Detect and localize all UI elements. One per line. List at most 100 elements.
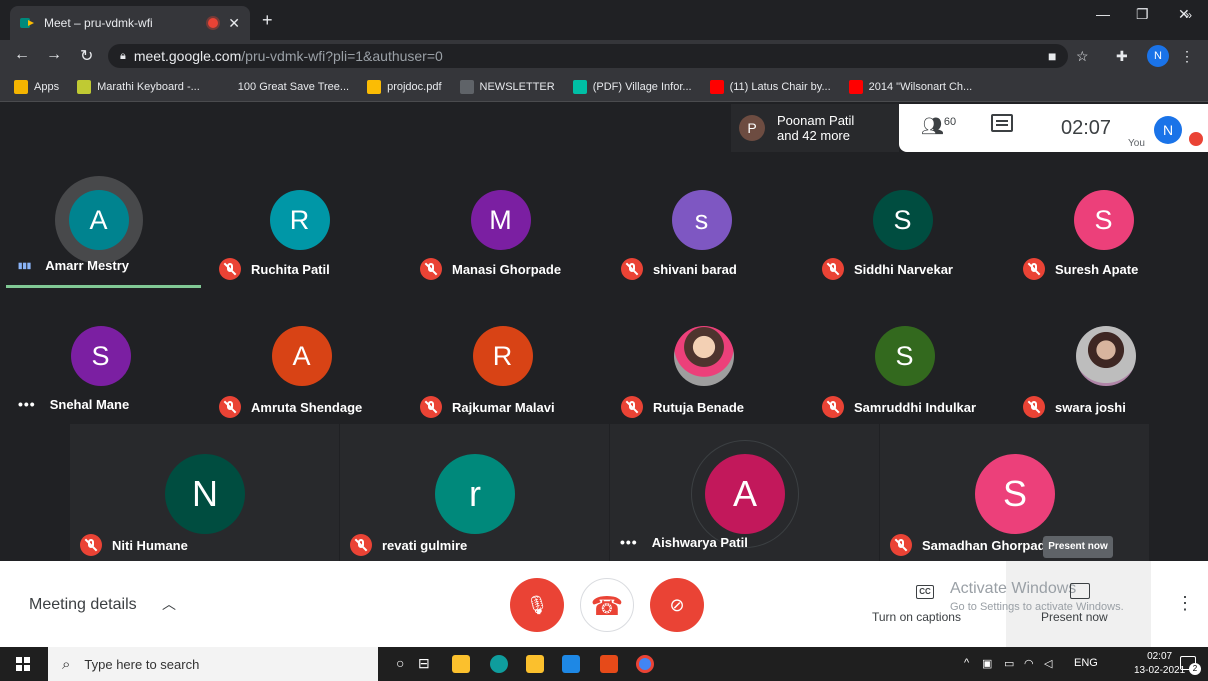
participant-avatar: A bbox=[705, 454, 785, 534]
volume-icon[interactable]: ◁ bbox=[1044, 657, 1052, 670]
bookmark-item[interactable]: 100 Great Save Tree... bbox=[217, 79, 349, 94]
reload-icon[interactable]: ↻ bbox=[80, 46, 93, 66]
present-now-tooltip: Present now bbox=[1043, 536, 1113, 558]
minimize-icon[interactable]: — bbox=[1096, 6, 1110, 22]
participant-tile[interactable]: R Rajkumar Malavi bbox=[402, 288, 603, 424]
tab-bar: Meet – pru-vdmk-wfi ✕ + — ❐ ✕ bbox=[0, 0, 1208, 40]
bookmark-item[interactable]: projdoc.pdf bbox=[367, 79, 442, 94]
file-explorer-icon[interactable] bbox=[526, 655, 544, 673]
forward-icon[interactable]: → bbox=[46, 46, 62, 64]
mic-off-icon: 🎙︎ bbox=[525, 595, 549, 615]
cortana-icon[interactable]: ○ bbox=[396, 655, 404, 671]
more-dots-icon: ••• bbox=[18, 396, 36, 412]
present-now-label[interactable]: Present now bbox=[1041, 610, 1108, 624]
bookmark-item[interactable]: NEWSLETTER bbox=[459, 79, 555, 94]
chrome-icon[interactable] bbox=[636, 655, 654, 673]
tray-up-icon[interactable]: ^ bbox=[964, 657, 969, 669]
bookmark-item[interactable]: 2014 "Wilsonart Ch... bbox=[848, 79, 973, 94]
omnibox[interactable]: 🔒︎ meet.google.com/pru-vdmk-wfi?pli=1&au… bbox=[108, 44, 1068, 68]
edge-icon[interactable] bbox=[490, 655, 508, 673]
participant-tile[interactable]: N Niti Humane bbox=[70, 424, 340, 561]
participant-tile[interactable]: S Suresh Apate bbox=[1005, 152, 1206, 288]
present-screen-icon[interactable] bbox=[1070, 583, 1090, 599]
participant-name-row: Manasi Ghorpade bbox=[420, 258, 561, 280]
people-button[interactable]: 👥︎60 bbox=[921, 116, 956, 137]
tray-network-icon[interactable]: ▣ bbox=[982, 657, 992, 670]
bookmark-label: (11) Latus Chair by... bbox=[729, 80, 831, 93]
meet-favicon-icon bbox=[20, 17, 36, 29]
windows-start-icon[interactable] bbox=[16, 657, 30, 671]
language-indicator[interactable]: ENG bbox=[1074, 657, 1098, 669]
new-tab-button[interactable]: + bbox=[262, 10, 273, 31]
captions-icon[interactable]: CC bbox=[916, 585, 934, 599]
people-count: 60 bbox=[943, 116, 957, 128]
participant-tile[interactable]: r revati gulmire bbox=[340, 424, 610, 561]
bookmark-item[interactable]: Apps bbox=[14, 79, 59, 94]
participant-tile[interactable]: s shivani barad bbox=[603, 152, 804, 288]
search-placeholder: Type here to search bbox=[84, 656, 200, 672]
taskbar-search[interactable]: ⌕ Type here to search bbox=[48, 647, 378, 681]
bookmark-icon bbox=[572, 79, 587, 94]
profile-avatar[interactable]: N bbox=[1147, 45, 1169, 67]
extensions-icon[interactable]: ✚ bbox=[1116, 48, 1128, 65]
mic-toggle-button[interactable]: 🎙︎ bbox=[510, 578, 564, 632]
chevron-up-icon[interactable]: ︿ bbox=[162, 594, 176, 614]
mic-muted-icon bbox=[621, 396, 643, 418]
captions-label[interactable]: Turn on captions bbox=[872, 610, 961, 624]
bookmark-icon bbox=[14, 79, 28, 94]
participant-tile[interactable]: Rutuja Benade bbox=[603, 288, 804, 424]
task-view-icon[interactable]: ⊟ bbox=[418, 655, 430, 672]
participant-name: revati gulmire bbox=[382, 537, 468, 553]
restore-icon[interactable]: ❐ bbox=[1136, 6, 1149, 23]
mail-icon[interactable] bbox=[562, 655, 580, 673]
participant-name: swara joshi bbox=[1055, 399, 1126, 415]
participant-tile[interactable]: M Manasi Ghorpade bbox=[402, 152, 603, 288]
participant-name: Niti Humane bbox=[112, 537, 188, 553]
bookmark-item[interactable]: Marathi Keyboard -... bbox=[77, 79, 200, 94]
participant-tile[interactable]: S Siddhi Narvekar bbox=[804, 152, 1005, 288]
participant-tile[interactable]: A Amruta Shendage bbox=[201, 288, 402, 424]
browser-tab[interactable]: Meet – pru-vdmk-wfi ✕ bbox=[10, 6, 250, 40]
presenter-avatar: P bbox=[739, 115, 765, 141]
notification-icon[interactable]: 2 bbox=[1180, 656, 1201, 675]
participant-photo bbox=[1075, 326, 1136, 386]
search-icon: ⌕ bbox=[62, 655, 71, 673]
participant-avatar: M bbox=[470, 190, 531, 250]
camera-icon[interactable]: ■ bbox=[1048, 48, 1056, 64]
bookmark-item[interactable]: (11) Latus Chair by... bbox=[709, 79, 831, 94]
star-icon[interactable]: ☆ bbox=[1076, 48, 1089, 65]
self-avatar[interactable]: N bbox=[1154, 116, 1182, 144]
participant-avatar: A bbox=[68, 190, 129, 250]
tray-wifi-icon[interactable]: ◠ bbox=[1024, 657, 1034, 670]
participant-tile[interactable]: S Samruddhi Indulkar bbox=[804, 288, 1005, 424]
meeting-details-button[interactable]: Meeting details bbox=[29, 596, 137, 614]
participant-name-row: Rutuja Benade bbox=[621, 396, 744, 418]
participant-tile[interactable]: swara joshi bbox=[1005, 288, 1206, 424]
people-icon: 👥︎ bbox=[921, 116, 944, 136]
taskbar-clock[interactable]: 02:07 13-02-2021 bbox=[1134, 650, 1185, 678]
tab-close-icon[interactable]: ✕ bbox=[228, 15, 240, 32]
participant-tile[interactable]: R Ruchita Patil bbox=[201, 152, 402, 288]
back-icon[interactable]: ← bbox=[14, 46, 30, 64]
chat-icon[interactable] bbox=[991, 114, 1013, 132]
participant-name: Snehal Mane bbox=[49, 396, 130, 412]
bookmarks-more-icon[interactable]: » bbox=[1185, 8, 1192, 22]
participant-tile[interactable]: S ••• Snehal Mane bbox=[0, 288, 201, 424]
store-icon[interactable] bbox=[452, 655, 470, 673]
more-options-icon[interactable]: ⋮ bbox=[1176, 593, 1194, 614]
tray-battery-icon[interactable]: ▭ bbox=[1004, 657, 1014, 670]
participant-tile[interactable]: A ••• Aishwarya Patil bbox=[610, 424, 880, 561]
powerpoint-icon[interactable] bbox=[600, 655, 618, 673]
participant-name-row: Suresh Apate bbox=[1023, 258, 1138, 280]
leave-call-button[interactable]: ☎︎ bbox=[580, 578, 634, 632]
participant-name-row: Amruta Shendage bbox=[219, 396, 362, 418]
menu-icon[interactable]: ⋮ bbox=[1180, 48, 1194, 65]
bookmark-label: 2014 "Wilsonart Ch... bbox=[868, 80, 973, 93]
participant-name-row: swara joshi bbox=[1023, 396, 1126, 418]
presenter-info[interactable]: P Poonam Patil and 42 more bbox=[731, 104, 899, 152]
camera-toggle-button[interactable]: ⊘ bbox=[650, 578, 704, 632]
mic-muted-icon bbox=[1023, 396, 1045, 418]
bookmark-item[interactable]: (PDF) Village Infor... bbox=[572, 79, 692, 94]
participant-grid: A ▮▮▮ Amarr Mestry R Ruchita Patil M Manasi Gh… bbox=[0, 152, 1208, 561]
participant-tile[interactable]: A ▮▮▮ Amarr Mestry bbox=[0, 152, 206, 288]
